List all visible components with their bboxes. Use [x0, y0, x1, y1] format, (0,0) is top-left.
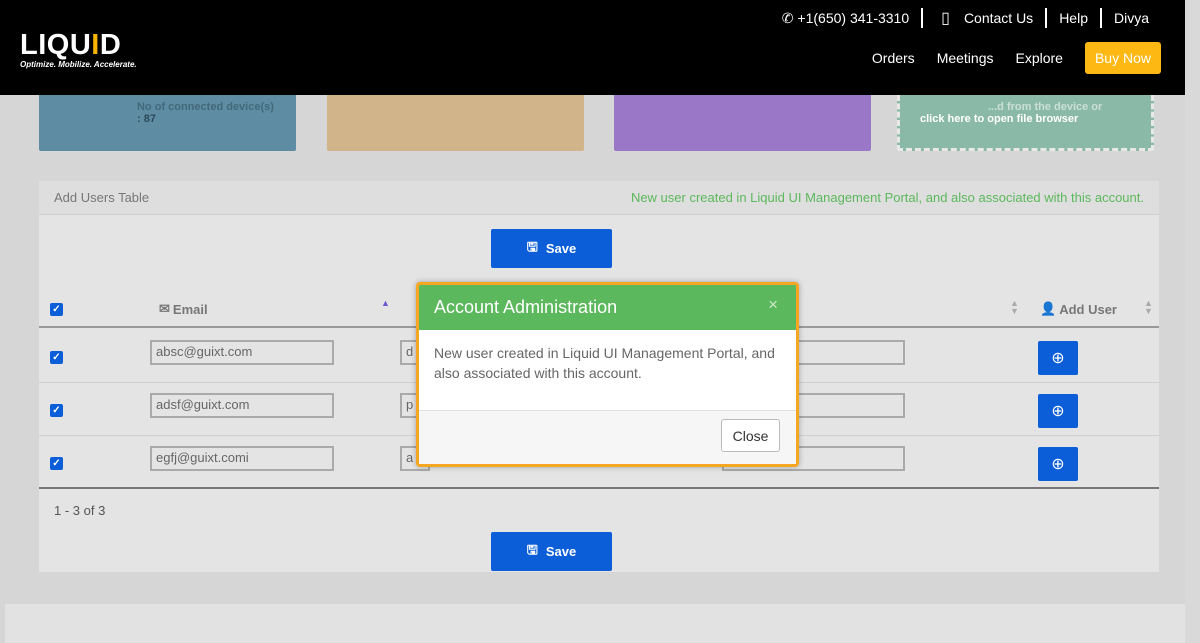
- modal-message: New user created in Liquid UI Management…: [419, 330, 796, 411]
- page-scrollbar[interactable]: [1185, 0, 1200, 643]
- account-admin-modal: Account Administration × New user create…: [416, 282, 799, 467]
- modal-header: Account Administration ×: [419, 285, 796, 330]
- close-button[interactable]: Close: [721, 419, 780, 452]
- modal-title: Account Administration: [434, 297, 618, 317]
- modal-footer: Close: [419, 411, 796, 464]
- close-icon[interactable]: ×: [768, 295, 778, 315]
